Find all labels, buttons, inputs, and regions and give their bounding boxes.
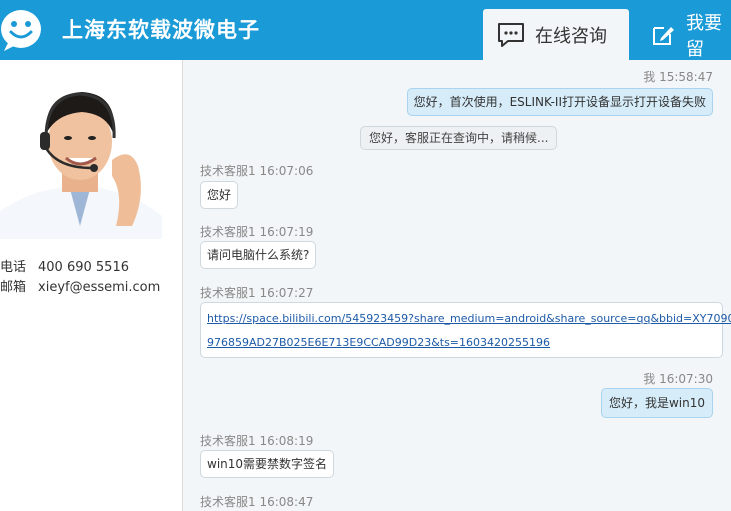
shared-link[interactable]: https://space.bilibili.com/545923459?sha… xyxy=(207,312,731,325)
sender-name: 我 xyxy=(643,372,656,386)
sender-name: 技术客服1 xyxy=(200,164,256,178)
message-meta: 技术客服1 16:07:06 xyxy=(200,162,313,179)
sender-name: 我 xyxy=(643,70,656,84)
message-meta: 我 15:58:47 xyxy=(643,68,713,85)
sender-name: 技术客服1 xyxy=(200,225,256,239)
tab-leave-message[interactable]: 我要留 xyxy=(648,9,731,60)
tab-label: 我要留 xyxy=(686,12,722,60)
timestamp: 16:08:47 xyxy=(259,495,314,509)
email-label: 邮箱 xyxy=(0,280,27,295)
chat-bubble-outgoing: 您好，我是win10 xyxy=(600,388,713,418)
timestamp: 16:07:27 xyxy=(259,286,314,300)
brand-title: 上海东软载波微电子 xyxy=(62,18,260,42)
sidebar: 电话 400 690 5516 邮箱 xieyf@essemi.com xyxy=(0,60,183,511)
message-meta: 技术客服1 16:08:47 xyxy=(200,493,313,510)
shared-link-continued[interactable]: 976859AD27B025E6E713E9CCAD99D23&ts=16034… xyxy=(207,336,550,349)
timestamp: 16:07:30 xyxy=(659,372,713,386)
tab-online-consult[interactable]: 在线咨询 xyxy=(483,9,629,60)
chat-bot-logo xyxy=(1,10,41,51)
email-value: xieyf@essemi.com xyxy=(38,280,161,295)
edit-icon xyxy=(650,22,676,48)
tab-label: 在线咨询 xyxy=(535,25,607,47)
timestamp: 15:58:47 xyxy=(659,70,713,84)
message-meta: 我 16:07:30 xyxy=(643,370,713,387)
timestamp: 16:07:19 xyxy=(259,225,314,239)
contact-phone: 电话 400 690 5516 xyxy=(0,256,129,275)
phone-value: 400 690 5516 xyxy=(38,260,129,275)
chat-bubble-outgoing: 您好，首次使用，ESLINK-II打开设备显示打开设备失败 xyxy=(406,88,713,116)
timestamp: 16:07:06 xyxy=(259,164,314,178)
header-bar: 上海东软载波微电子 在线咨询 我要留 xyxy=(0,0,731,60)
message-meta: 技术客服1 16:07:19 xyxy=(200,223,313,240)
chat-history[interactable]: 我 15:58:47 您好，首次使用，ESLINK-II打开设备显示打开设备失败… xyxy=(183,60,731,511)
timestamp: 16:08:19 xyxy=(259,434,314,448)
phone-label: 电话 xyxy=(0,260,27,275)
sender-name: 技术客服1 xyxy=(200,434,256,448)
chat-bubble-incoming: 请问电脑什么系统? xyxy=(200,241,317,269)
support-agent-photo xyxy=(0,76,162,239)
message-meta: 技术客服1 16:07:27 xyxy=(200,284,313,301)
chat-bubble-incoming: 您好 xyxy=(200,181,239,209)
sender-name: 技术客服1 xyxy=(200,495,256,509)
chat-bubble-incoming: win10需要禁数字签名 xyxy=(200,450,335,478)
chat-bubble-incoming: https://space.bilibili.com/545923459?sha… xyxy=(200,302,731,358)
message-meta: 技术客服1 16:08:19 xyxy=(200,432,313,449)
chat-icon xyxy=(497,22,525,48)
contact-email: 邮箱 xieyf@essemi.com xyxy=(0,276,160,295)
system-notice: 您好，客服正在查询中，请稍候... xyxy=(360,126,558,150)
sender-name: 技术客服1 xyxy=(200,286,256,300)
